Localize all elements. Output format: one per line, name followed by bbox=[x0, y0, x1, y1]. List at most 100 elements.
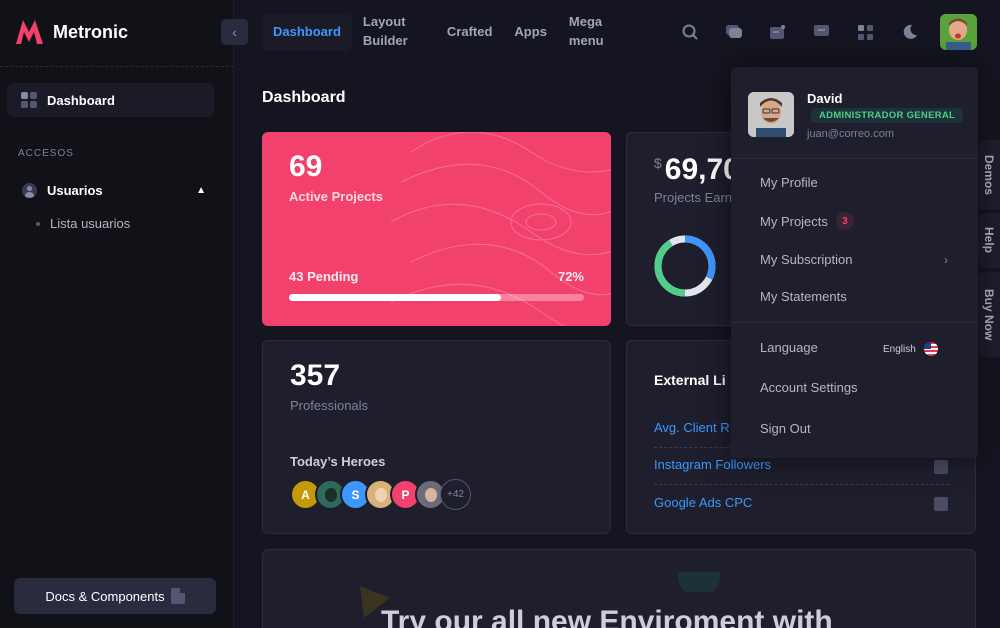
person-photo-icon bbox=[324, 487, 337, 502]
user-menu-dropdown: David ADMINISTRADOR GENERAL juan@correo.… bbox=[731, 67, 978, 458]
dropdown-avatar bbox=[748, 92, 794, 137]
menu-item-label: My Subscription bbox=[760, 252, 853, 267]
sidebar-item-label: Dashboard bbox=[47, 92, 115, 108]
menu-item-label: My Profile bbox=[760, 175, 818, 190]
earnings-donut-chart bbox=[654, 235, 716, 297]
professionals-count: 357 bbox=[290, 359, 341, 392]
header-toolbar bbox=[672, 13, 927, 51]
activity-chat-icon[interactable] bbox=[716, 15, 751, 50]
notifications-icon[interactable] bbox=[760, 15, 795, 50]
side-tab-label: Buy Now bbox=[982, 288, 996, 341]
document-icon bbox=[170, 588, 185, 604]
earnings-label: Projects Earn bbox=[654, 190, 733, 205]
menu-item-label: Language bbox=[760, 340, 818, 355]
nav-apps[interactable]: Apps bbox=[503, 14, 558, 51]
menu-account-settings[interactable]: Account Settings bbox=[760, 380, 858, 395]
professionals-label: Professionals bbox=[290, 398, 369, 413]
menu-item-label: My Projects bbox=[760, 213, 828, 229]
user-avatar-image bbox=[940, 14, 977, 50]
external-link-avg-client[interactable]: Avg. Client R bbox=[654, 420, 730, 435]
currency-symbol: $ bbox=[654, 155, 662, 171]
dashboard-grid-icon bbox=[21, 92, 37, 108]
external-arrow-icon[interactable] bbox=[934, 497, 948, 511]
role-badge: ADMINISTRADOR GENERAL bbox=[811, 108, 964, 123]
menu-item-label: Account Settings bbox=[760, 380, 858, 395]
menu-sign-out[interactable]: Sign Out bbox=[760, 421, 811, 436]
heroes-title: Today’s Heroes bbox=[290, 454, 386, 469]
menu-my-subscription[interactable]: My Subscription bbox=[760, 252, 852, 267]
decorative-circle-icon bbox=[678, 572, 720, 592]
nav-mega-menu[interactable]: Mega menu bbox=[558, 14, 618, 51]
menu-item-label: My Statements bbox=[760, 289, 847, 304]
us-flag-icon bbox=[923, 342, 938, 356]
dropdown-user-name: David bbox=[807, 91, 843, 106]
projects-earnings-card: $ 69,70 Projects Earn bbox=[626, 132, 746, 326]
nav-crafted[interactable]: Crafted bbox=[436, 14, 504, 51]
progress-fill bbox=[289, 294, 502, 301]
dropdown-divider bbox=[731, 158, 978, 159]
sidebar-section-title: ACCESOS bbox=[18, 148, 74, 159]
sidebar-item-label: Usuarios bbox=[47, 182, 103, 198]
progress-labels: 43 Pending 72% bbox=[289, 269, 584, 284]
docs-components-button[interactable]: Docs & Components bbox=[14, 578, 216, 614]
dropdown-user-email[interactable]: juan@correo.com bbox=[807, 128, 894, 140]
side-tab-label: Help bbox=[982, 227, 996, 254]
active-projects-card: 69 Active Projects 43 Pending 72% bbox=[262, 132, 611, 326]
person-photo-icon bbox=[424, 487, 437, 502]
menu-my-statements[interactable]: My Statements bbox=[760, 289, 847, 304]
menu-my-projects[interactable]: My Projects 3 bbox=[760, 212, 854, 230]
menu-item-label: Sign Out bbox=[760, 421, 811, 436]
user-avatar-button[interactable] bbox=[940, 14, 977, 50]
sidebar-item-dashboard[interactable]: Dashboard bbox=[7, 83, 214, 117]
top-navigation: Dashboard Layout Builder Crafted Apps Me… bbox=[262, 12, 618, 52]
page-title: Dashboard bbox=[262, 89, 346, 106]
external-links-title: External Li bbox=[654, 372, 726, 388]
progress-bar bbox=[289, 294, 584, 301]
quick-links-grid-icon[interactable] bbox=[848, 15, 883, 50]
external-link-instagram[interactable]: Instagram Followers bbox=[654, 457, 771, 472]
active-projects-count: 69 bbox=[289, 150, 323, 183]
banner-headline: Try our all new Enviroment with bbox=[381, 605, 833, 628]
language-value: English bbox=[883, 343, 916, 355]
theme-moon-icon[interactable] bbox=[892, 15, 927, 50]
side-tab-help[interactable]: Help bbox=[978, 213, 1000, 268]
sidebar-item-usuarios[interactable]: Usuarios ▲ bbox=[22, 180, 206, 200]
progress-percent: 72% bbox=[557, 269, 584, 284]
user-icon bbox=[22, 182, 37, 198]
external-arrow-icon[interactable] bbox=[934, 460, 948, 474]
brand-name: Metronic bbox=[53, 21, 129, 42]
search-icon[interactable] bbox=[672, 15, 707, 50]
chevron-up-icon: ▲ bbox=[196, 184, 206, 196]
sidebar-collapse-button[interactable]: ‹ bbox=[221, 19, 248, 45]
active-projects-label: Active Projects bbox=[289, 189, 383, 204]
side-tab-label: Demos bbox=[982, 154, 996, 195]
docs-button-label: Docs & Components bbox=[45, 588, 165, 604]
side-tab-buy-now[interactable]: Buy Now bbox=[978, 272, 1000, 357]
nav-dashboard[interactable]: Dashboard bbox=[262, 13, 352, 51]
person-photo-icon bbox=[374, 487, 387, 502]
heroes-avatar-group: A S P +42 bbox=[290, 479, 471, 510]
sidebar-subitem-label: Lista usuarios bbox=[50, 216, 131, 231]
promo-banner: Try our all new Enviroment with bbox=[262, 549, 976, 628]
side-tab-demos[interactable]: Demos bbox=[978, 140, 1000, 210]
chevron-left-icon: ‹ bbox=[232, 24, 237, 40]
earnings-value: 69,70 bbox=[664, 153, 740, 186]
menu-my-profile[interactable]: My Profile bbox=[760, 175, 818, 190]
dropdown-divider bbox=[731, 322, 978, 323]
menu-language[interactable]: Language bbox=[760, 340, 818, 355]
metronic-logo-icon bbox=[16, 20, 43, 44]
external-link-google-ads[interactable]: Google Ads CPC bbox=[654, 495, 752, 510]
sidebar-divider bbox=[0, 66, 234, 67]
pending-label: 43 Pending bbox=[289, 269, 359, 284]
professionals-card: 357 Professionals Today’s Heroes A S P +… bbox=[262, 340, 611, 534]
chevron-right-icon: › bbox=[944, 253, 948, 267]
projects-count-badge: 3 bbox=[835, 212, 854, 230]
brand[interactable]: Metronic bbox=[14, 18, 128, 46]
bullet-icon bbox=[36, 221, 40, 226]
more-heroes-count[interactable]: +42 bbox=[440, 479, 471, 510]
sidebar-subitem-lista-usuarios[interactable]: Lista usuarios bbox=[36, 216, 130, 231]
link-divider bbox=[654, 484, 949, 485]
messages-icon[interactable] bbox=[804, 15, 839, 50]
language-indicator[interactable]: English bbox=[883, 342, 938, 356]
nav-layout-builder[interactable]: Layout Builder bbox=[352, 14, 436, 51]
